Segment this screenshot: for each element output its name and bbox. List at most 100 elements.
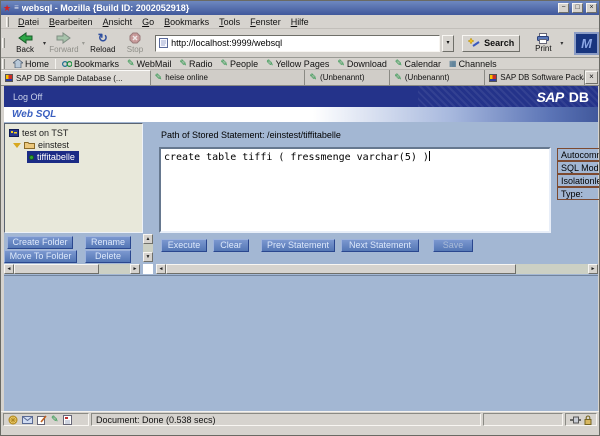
close-tab-button[interactable]: × — [585, 71, 598, 84]
menu-datei[interactable]: Datei — [13, 16, 44, 28]
toolbar-grippy[interactable] — [2, 59, 5, 69]
forward-button[interactable]: Forward — [48, 30, 80, 56]
tree-item-tiffitabelle[interactable]: tiffitabelle — [27, 151, 79, 163]
back-arrow-icon — [18, 32, 33, 44]
reload-icon: ↻ — [98, 33, 108, 44]
mail-icon[interactable] — [22, 416, 33, 424]
download-bookmark[interactable]: ✎ Download — [333, 59, 391, 69]
scroll-right-button[interactable]: ► — [588, 264, 598, 274]
menu-tools[interactable]: Tools — [214, 16, 245, 28]
save-button[interactable]: Save — [433, 239, 473, 252]
people-bookmark[interactable]: ✎ People — [217, 59, 263, 69]
search-button[interactable]: Search — [462, 35, 520, 52]
create-folder-button[interactable]: Create Folder — [7, 236, 73, 249]
tree-item-row: tiffitabelle — [5, 151, 142, 163]
tab-heise-online[interactable]: ✎ heise online — [151, 70, 306, 85]
minimize-button[interactable]: − — [558, 3, 569, 13]
clear-button[interactable]: Clear — [213, 239, 249, 252]
horizontal-scrollbar-track[interactable] — [99, 264, 130, 274]
print-button[interactable]: Print — [528, 30, 558, 56]
home-icon — [13, 59, 23, 68]
close-button[interactable]: × — [586, 3, 597, 13]
bookmark-icon: ✎ — [395, 59, 403, 68]
database-connection-icon — [9, 129, 19, 137]
channels-bookmark[interactable]: ▦ Channels — [445, 59, 501, 69]
delete-button[interactable]: Delete — [85, 250, 131, 263]
sapdb-favicon — [489, 74, 497, 82]
stop-button[interactable]: Stop — [119, 30, 151, 56]
bookmarks-icon — [62, 59, 72, 68]
bookmark-icon: ✎ — [221, 59, 229, 68]
menu-bookmarks[interactable]: Bookmarks — [159, 16, 214, 28]
sapdb-logo: SAP DB — [536, 89, 589, 105]
restore-button[interactable]: □ — [572, 3, 583, 13]
window-title: websql - Mozilla {Build ID: 2002052918} — [22, 3, 555, 13]
tab-bar: SAP DB Sample Database (... ✎ heise onli… — [1, 70, 599, 86]
online-plug-icon[interactable] — [570, 416, 581, 424]
horizontal-scrollbar-track[interactable] — [516, 264, 588, 274]
navigator-icon[interactable] — [8, 415, 18, 425]
expanded-twisty-icon[interactable] — [13, 143, 21, 148]
rename-button[interactable]: Rename — [85, 236, 131, 249]
window-menu-icon[interactable]: ≡ — [14, 4, 19, 12]
forward-dropdown[interactable]: ▾ — [80, 40, 87, 47]
execute-button[interactable]: Execute — [161, 239, 207, 252]
result-frame — [4, 275, 598, 411]
bookmarks-folder-button[interactable]: Bookmarks — [58, 59, 123, 69]
sql-statement-textarea[interactable]: create table tiffi ( fressmenge varchar(… — [159, 147, 551, 233]
horizontal-scrollbar-thumb[interactable] — [14, 264, 99, 274]
url-bar[interactable]: http://localhost:9999/websql — [155, 35, 440, 52]
statement-tree: test on TST einstest tiffitabelle — [4, 123, 143, 233]
tree-root[interactable]: test on TST — [5, 127, 142, 139]
menu-fenster[interactable]: Fenster — [245, 16, 286, 28]
home-button[interactable]: Home — [9, 59, 53, 69]
toolbar-separator — [55, 59, 56, 69]
toolbar-grippy[interactable] — [2, 38, 5, 48]
back-dropdown[interactable]: ▾ — [41, 40, 48, 47]
history-icon[interactable] — [63, 415, 72, 425]
autocommit-label: Autocomm — [557, 148, 600, 161]
page-icon: ✎ — [155, 73, 163, 82]
tab-sapdb-software-packages[interactable]: SAP DB Software Packages — [485, 70, 585, 85]
scroll-left-button[interactable]: ◄ — [156, 264, 166, 274]
address-book-icon[interactable]: ✎ — [51, 415, 59, 424]
stored-statement-path: Path of Stored Statement: /einstest/tiff… — [161, 130, 341, 140]
next-statement-button[interactable]: Next Statement — [341, 239, 419, 252]
tree-folder-einstest[interactable]: einstest — [5, 139, 142, 151]
back-button[interactable]: Back — [9, 30, 41, 56]
scroll-up-button[interactable]: ▲ — [143, 234, 153, 244]
scroll-right-button[interactable]: ► — [130, 264, 140, 274]
url-input[interactable]: http://localhost:9999/websql — [171, 38, 282, 48]
toolbar-grippy[interactable] — [6, 17, 9, 27]
mozilla-throbber-icon[interactable]: M — [574, 32, 599, 55]
composer-icon[interactable] — [37, 415, 47, 425]
webmail-bookmark[interactable]: ✎ WebMail — [123, 59, 175, 69]
menu-bearbeiten[interactable]: Bearbeiten — [44, 16, 98, 28]
channels-icon: ▦ — [449, 60, 457, 68]
url-history-dropdown[interactable]: ▾ — [442, 35, 454, 52]
menu-go[interactable]: Go — [137, 16, 159, 28]
yellow-pages-bookmark[interactable]: ✎ Yellow Pages — [262, 59, 333, 69]
print-dropdown[interactable]: ▾ — [559, 40, 566, 47]
title-bar: ★ ≡ websql - Mozilla {Build ID: 20020529… — [1, 1, 599, 15]
radio-bookmark[interactable]: ✎ Radio — [175, 59, 216, 69]
menu-ansicht[interactable]: Ansicht — [98, 16, 138, 28]
tab-sapdb-sample-database[interactable]: SAP DB Sample Database (... — [1, 70, 151, 85]
log-off-link[interactable]: Log Off — [13, 92, 42, 102]
section-title: Web SQL — [4, 109, 56, 120]
menu-hilfe[interactable]: Hilfe — [286, 16, 314, 28]
sapdb-favicon — [5, 74, 13, 82]
security-lock-icon[interactable] — [584, 415, 592, 425]
vertical-scrollbar-track[interactable] — [143, 244, 153, 252]
move-to-folder-button[interactable]: Move To Folder — [4, 250, 77, 263]
scroll-left-button[interactable]: ◄ — [4, 264, 14, 274]
navigation-toolbar: Back ▾ Forward ▾ ↻ Reload Stop http://lo… — [1, 29, 599, 58]
scroll-down-button[interactable]: ▼ — [143, 252, 153, 262]
horizontal-scrollbar-thumb[interactable] — [166, 264, 516, 274]
tab-unbenannt-2[interactable]: ✎ (Unbenannt) — [390, 70, 485, 85]
calendar-bookmark[interactable]: ✎ Calendar — [391, 59, 445, 69]
prev-statement-button[interactable]: Prev Statement — [261, 239, 335, 252]
tab-unbenannt-1[interactable]: ✎ (Unbenannt) — [305, 70, 390, 85]
reload-button[interactable]: ↻ Reload — [87, 30, 119, 56]
printer-icon — [536, 33, 550, 44]
